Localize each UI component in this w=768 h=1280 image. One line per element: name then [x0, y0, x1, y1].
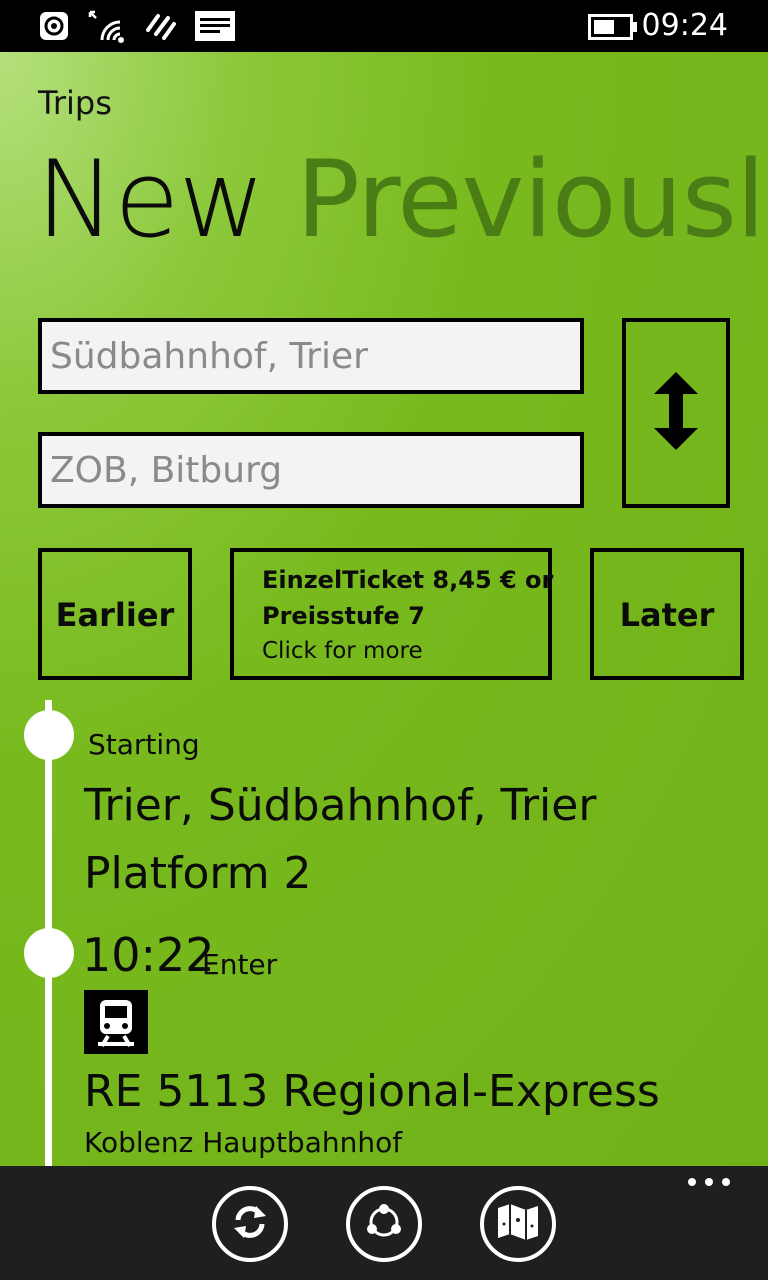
start-station: Trier, Südbahnhof, Trier [84, 780, 597, 831]
nfc-icon [38, 10, 70, 46]
share-button[interactable] [346, 1186, 422, 1262]
ticket-line-1: EinzelTicket 8,45 € or [262, 566, 554, 594]
app-bar [0, 1166, 768, 1280]
leg-service: RE 5113 Regional-Express [84, 1066, 660, 1117]
app-title: Trips [38, 84, 112, 122]
refresh-button[interactable] [212, 1186, 288, 1262]
train-icon [84, 990, 148, 1054]
network-icon [144, 10, 178, 46]
to-field[interactable]: ZOB, Bitburg [38, 432, 584, 508]
battery-icon [588, 14, 638, 44]
more-icon[interactable] [688, 1178, 730, 1186]
status-bar: 09:24 [0, 0, 768, 52]
clock: 09:24 [641, 8, 728, 43]
leg-time: 10:22 [82, 928, 215, 982]
ticket-info-button[interactable]: EinzelTicket 8,45 € or Preisstufe 7 Clic… [230, 548, 554, 680]
earlier-button[interactable]: Earlier [38, 548, 192, 680]
timeline-dot-leg [24, 928, 74, 978]
ticket-line-3: Click for more [262, 638, 423, 664]
message-icon [194, 10, 236, 46]
leg-action: Enter [202, 948, 278, 981]
pivot-tab-new[interactable]: New [36, 141, 265, 259]
later-button[interactable]: Later [590, 548, 744, 680]
map-icon [496, 1202, 540, 1246]
timeline-dot-start [24, 710, 74, 760]
swap-button[interactable] [622, 318, 730, 508]
later-label: Later [619, 596, 715, 634]
starting-label: Starting [88, 728, 200, 761]
leg-direction: Koblenz Hauptbahnhof [84, 1126, 403, 1159]
from-field[interactable]: Südbahnhof, Trier [38, 318, 584, 394]
share-icon [362, 1200, 406, 1248]
start-platform: Platform 2 [84, 848, 312, 899]
map-button[interactable] [480, 1186, 556, 1262]
refresh-icon [230, 1202, 270, 1246]
ticket-line-2: Preisstufe 7 [262, 602, 425, 630]
signal-icon [88, 10, 128, 48]
swap-vertical-icon [654, 372, 698, 454]
earlier-label: Earlier [55, 596, 175, 634]
app-content: Trips New Previously Südbahnhof, Trier Z… [0, 52, 768, 1166]
pivot-tab-previously[interactable]: Previously [296, 141, 768, 259]
